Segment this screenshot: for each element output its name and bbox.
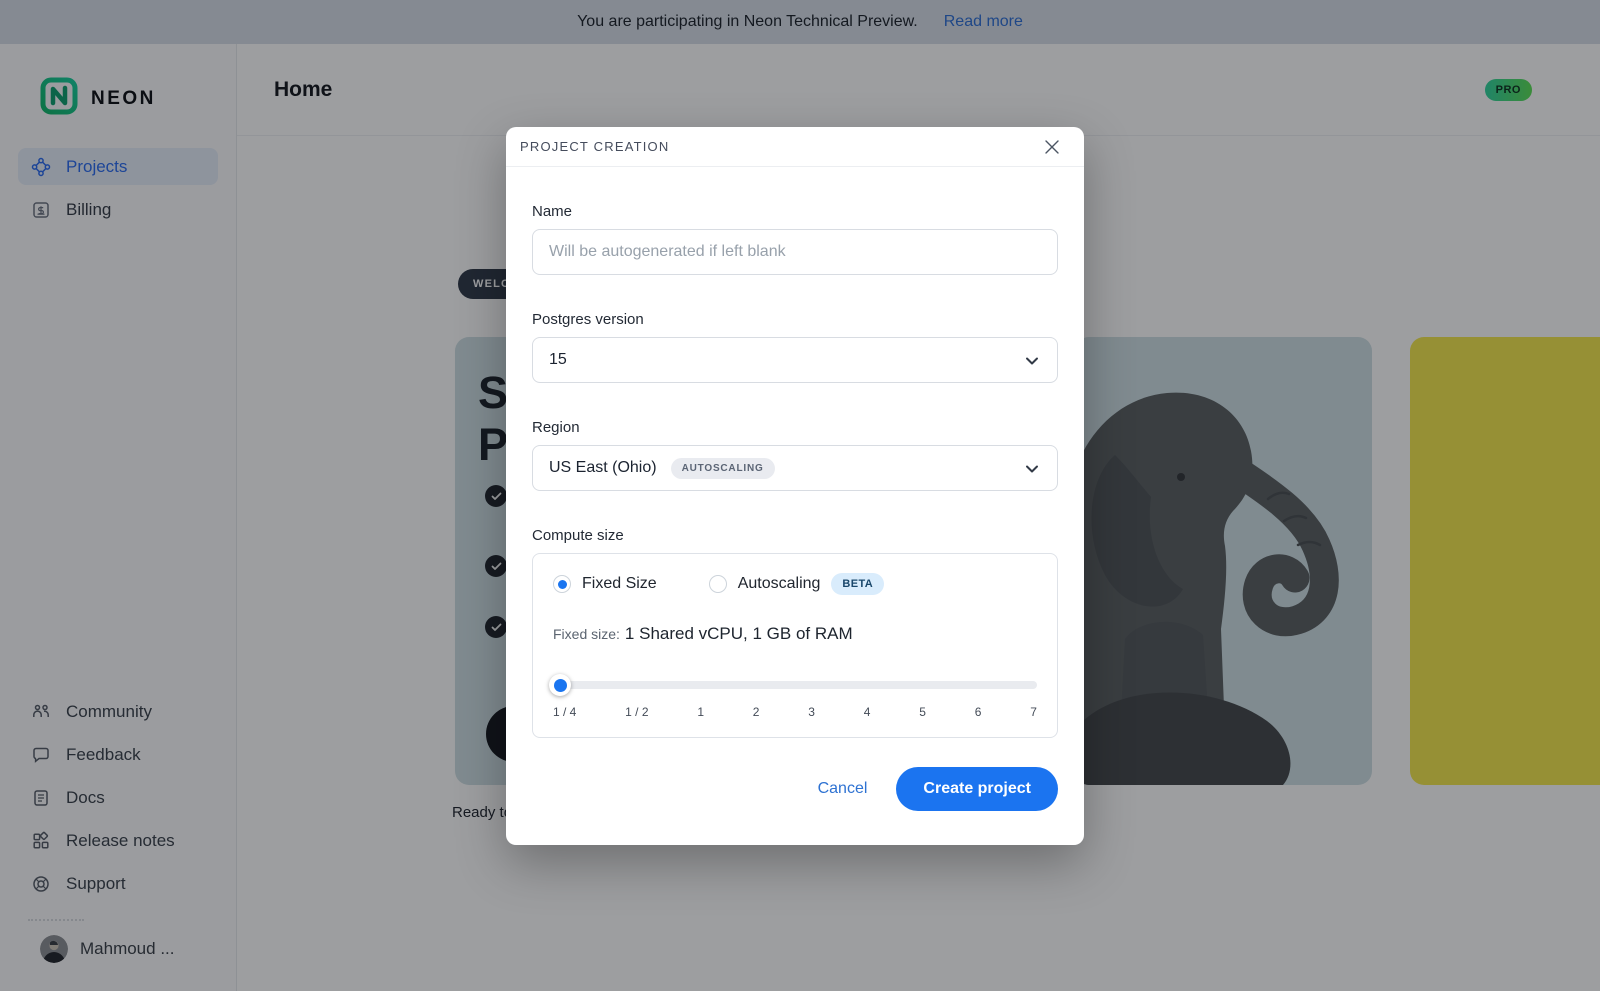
autoscaling-badge: AUTOSCALING xyxy=(671,458,775,479)
autoscaling-radio[interactable]: Autoscaling BETA xyxy=(709,573,884,595)
modal-title: PROJECT CREATION xyxy=(520,139,669,154)
create-project-button[interactable]: Create project xyxy=(896,767,1058,811)
postgres-version-value: 15 xyxy=(549,351,567,369)
fixed-size-radio[interactable]: Fixed Size xyxy=(553,575,657,593)
slider-ticks: 1 / 4 1 / 2 1 2 3 4 5 6 7 xyxy=(553,705,1037,719)
region-label: Region xyxy=(532,419,1058,436)
chevron-down-icon xyxy=(1024,353,1040,374)
fixed-size-summary: Fixed size:1 Shared vCPU, 1 GB of RAM xyxy=(553,624,1037,644)
slider-handle[interactable] xyxy=(549,674,571,696)
compute-size-slider xyxy=(553,674,1037,696)
slider-track[interactable] xyxy=(553,681,1037,689)
region-select[interactable]: US East (Ohio) AUTOSCALING xyxy=(532,445,1058,491)
project-name-input[interactable] xyxy=(532,229,1058,275)
project-creation-modal: PROJECT CREATION Name Postgres version 1… xyxy=(506,127,1084,845)
compute-size-label: Compute size xyxy=(532,527,1058,544)
chevron-down-icon xyxy=(1024,461,1040,482)
postgres-version-label: Postgres version xyxy=(532,311,1058,328)
region-value: US East (Ohio) xyxy=(549,459,657,477)
postgres-version-select[interactable]: 15 xyxy=(532,337,1058,383)
radio-selected-icon xyxy=(553,575,571,593)
modal-header: PROJECT CREATION xyxy=(506,127,1084,167)
radio-unselected-icon xyxy=(709,575,727,593)
beta-badge: BETA xyxy=(831,573,884,595)
cancel-button[interactable]: Cancel xyxy=(818,780,868,798)
close-icon[interactable] xyxy=(1040,135,1064,159)
name-label: Name xyxy=(532,203,1058,220)
compute-size-panel: Fixed Size Autoscaling BETA Fixed size:1… xyxy=(532,553,1058,738)
